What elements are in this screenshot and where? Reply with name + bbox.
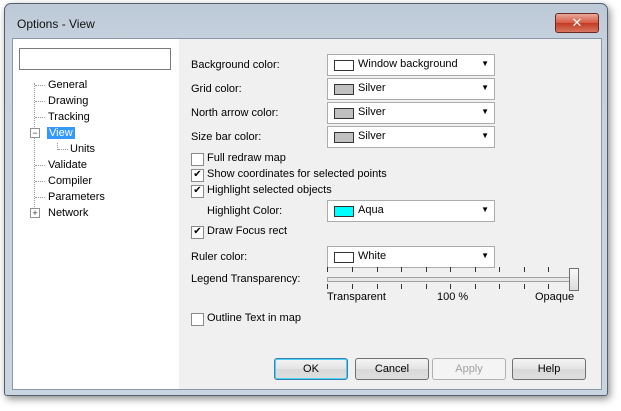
window-title: Options - View	[17, 17, 95, 31]
north-arrow-color-label: North arrow color:	[191, 107, 279, 119]
north-arrow-color-value: Silver	[358, 106, 386, 118]
tree-item-validate[interactable]: Validate	[48, 158, 87, 173]
grid-color-select[interactable]: Silver ▼	[327, 78, 495, 100]
tree-filter-input[interactable]	[19, 48, 171, 70]
show-coordinates-checkbox[interactable]: ✔	[191, 169, 204, 182]
apply-button[interactable]: Apply	[432, 358, 506, 380]
highlight-color-value: Aqua	[358, 204, 384, 216]
slider-value-label: 100 %	[437, 291, 469, 303]
dropdown-arrow-icon: ▼	[481, 131, 489, 140]
color-swatch	[334, 60, 354, 71]
color-swatch	[334, 84, 354, 95]
options-dialog: Options - View ✕ General Drawing Trackin…	[4, 3, 608, 396]
dropdown-arrow-icon: ▼	[481, 205, 489, 214]
help-button[interactable]: Help	[512, 358, 586, 380]
ruler-color-select[interactable]: White ▼	[327, 246, 495, 268]
grid-color-label: Grid color:	[191, 83, 242, 95]
dropdown-arrow-icon: ▼	[481, 107, 489, 116]
show-coordinates-label: Show coordinates for selected points	[207, 168, 387, 180]
size-bar-color-value: Silver	[358, 130, 386, 142]
highlight-color-label: Highlight Color:	[207, 205, 283, 217]
color-swatch	[334, 108, 354, 119]
legend-transparency-slider-thumb[interactable]	[569, 268, 579, 291]
ruler-color-value: White	[358, 250, 387, 262]
color-swatch	[334, 252, 354, 263]
cancel-button[interactable]: Cancel	[355, 358, 429, 380]
highlight-selected-label: Highlight selected objects	[207, 184, 332, 196]
background-color-select[interactable]: Window background ▼	[327, 54, 495, 76]
expand-icon[interactable]: +	[30, 208, 40, 218]
outline-text-checkbox[interactable]	[191, 313, 204, 326]
tree-item-parameters[interactable]: Parameters	[48, 190, 105, 205]
background-color-label: Background color:	[191, 59, 280, 71]
highlight-color-select[interactable]: Aqua ▼	[327, 200, 495, 222]
tree-item-general[interactable]: General	[48, 78, 87, 93]
color-swatch	[334, 206, 354, 217]
legend-transparency-label: Legend Transparency:	[191, 273, 301, 285]
background-color-value: Window background	[358, 58, 458, 70]
close-button[interactable]: ✕	[555, 13, 599, 33]
color-swatch	[334, 132, 354, 143]
size-bar-color-select[interactable]: Silver ▼	[327, 126, 495, 148]
ok-button[interactable]: OK	[274, 358, 348, 380]
full-redraw-map-checkbox[interactable]	[191, 153, 204, 166]
dialog-body: General Drawing Tracking − View Units Va…	[12, 38, 602, 390]
outline-text-label: Outline Text in map	[207, 312, 301, 324]
tree-item-compiler[interactable]: Compiler	[48, 174, 92, 189]
draw-focus-rect-label: Draw Focus rect	[207, 225, 288, 237]
highlight-selected-checkbox[interactable]: ✔	[191, 185, 204, 198]
north-arrow-color-select[interactable]: Silver ▼	[327, 102, 495, 124]
slider-max-label: Opaque	[535, 291, 575, 303]
slider-min-label: Transparent	[327, 291, 386, 303]
tree-item-tracking[interactable]: Tracking	[48, 110, 90, 125]
collapse-icon[interactable]: −	[30, 128, 40, 138]
tree-item-network[interactable]: Network	[48, 206, 88, 221]
ruler-color-label: Ruler color:	[191, 251, 248, 263]
tree-item-units[interactable]: Units	[70, 142, 95, 157]
dropdown-arrow-icon: ▼	[481, 59, 489, 68]
draw-focus-rect-checkbox[interactable]: ✔	[191, 226, 204, 239]
tree-item-view[interactable]: View	[47, 126, 75, 141]
legend-transparency-slider-track[interactable]	[327, 277, 575, 282]
dropdown-arrow-icon: ▼	[481, 251, 489, 260]
size-bar-color-label: Size bar color:	[191, 131, 262, 143]
full-redraw-map-label: Full redraw map	[207, 152, 286, 164]
dropdown-arrow-icon: ▼	[481, 83, 489, 92]
category-tree: General Drawing Tracking − View Units Va…	[13, 39, 179, 389]
tree-item-drawing[interactable]: Drawing	[48, 94, 88, 109]
grid-color-value: Silver	[358, 82, 386, 94]
